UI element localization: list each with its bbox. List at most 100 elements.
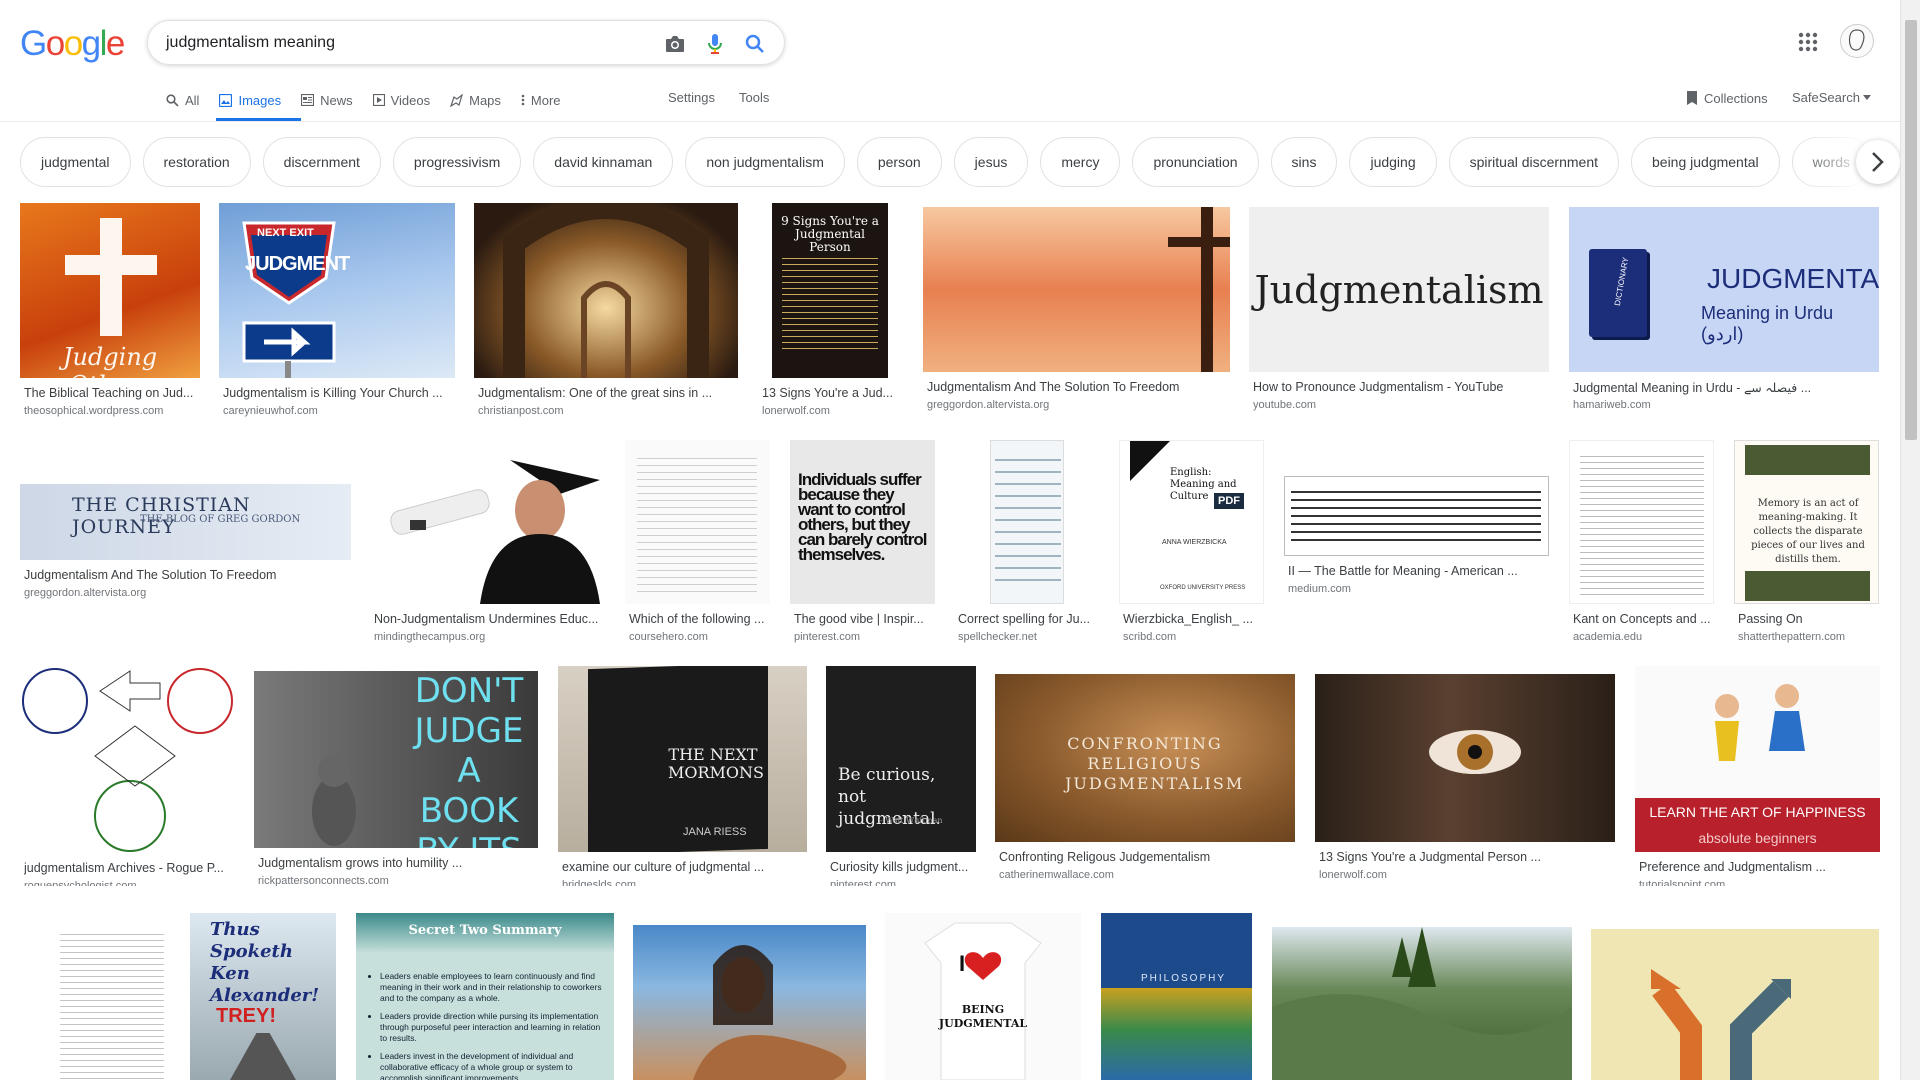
result-thumbnail[interactable] — [990, 440, 1064, 604]
result-title[interactable]: Judgmentalism is Killing Your Church ... — [223, 386, 453, 400]
result-title[interactable]: Wierzbicka_English_ ... — [1123, 612, 1262, 626]
account-avatar[interactable] — [1840, 24, 1874, 58]
result-thumbnail[interactable]: Judging Others — [20, 203, 200, 378]
safesearch-menu[interactable]: SafeSearch — [1792, 90, 1871, 105]
result-thumbnail[interactable] — [923, 207, 1230, 372]
result-title[interactable]: 13 Signs You're a Judgmental Person ... — [1319, 850, 1613, 864]
result-title[interactable]: judgmentalism Archives - Rogue P... — [24, 861, 233, 875]
scrollbar[interactable] — [1900, 0, 1920, 1080]
image-result[interactable]: Judgmentalism: One of the great sins in … — [474, 203, 738, 423]
related-chip[interactable]: spiritual discernment — [1448, 137, 1619, 187]
result-title[interactable]: Which of the following ... — [629, 612, 768, 626]
image-result[interactable]: DICTIONARY JUDGMENTAL Meaning in Urdu (ارد… — [1569, 203, 1879, 423]
related-chip[interactable]: sins — [1270, 137, 1338, 187]
result-thumbnail[interactable]: 9 Signs You're a Judgmental Person — [772, 203, 888, 378]
related-chip[interactable]: progressivism — [392, 137, 522, 187]
result-thumbnail[interactable] — [20, 666, 235, 853]
result-thumbnail[interactable]: THE NEXT MORMONS JANA RIESS — [558, 666, 807, 852]
chips-next-button[interactable] — [1856, 140, 1900, 184]
related-chip[interactable]: judging — [1349, 137, 1437, 187]
image-result[interactable]: Judgmentalism And The Solution To Freedo… — [923, 203, 1235, 423]
search-box[interactable]: judgmentalism meaning — [147, 20, 785, 65]
image-result[interactable]: Memory is an act of meaning-making. It c… — [1734, 440, 1879, 660]
result-thumbnail[interactable] — [474, 203, 738, 378]
image-result[interactable]: Non-Judgmentalism Undermines Educ... mind… — [370, 440, 606, 660]
image-result[interactable]: II — The Battle for Meaning - American .… — [1284, 440, 1555, 660]
related-chip[interactable]: jesus — [953, 137, 1029, 187]
result-thumbnail[interactable]: Individuals suffer because they want to … — [790, 440, 935, 604]
result-thumbnail[interactable]: DICTIONARY JUDGMENTAL Meaning in Urdu (ارد… — [1569, 207, 1879, 372]
image-result[interactable] — [1272, 913, 1572, 1080]
result-title[interactable]: Curiosity kills judgment... — [830, 860, 974, 874]
result-title[interactable]: Preference and Judgmentalism ... — [1639, 860, 1878, 874]
result-title[interactable]: How to Pronounce Judgmentalism - YouTube — [1253, 380, 1547, 394]
related-chip[interactable]: restoration — [142, 137, 251, 187]
result-thumbnail[interactable]: LEARN THE ART OF HAPPINESS absolute begin… — [1635, 666, 1880, 852]
result-thumbnail[interactable]: CONFRONTING RELIGIOUS JUDGMENTALISM — [995, 674, 1295, 842]
tab-all[interactable]: All — [166, 90, 199, 110]
image-result[interactable]: CONFRONTING RELIGIOUS JUDGMENTALISM Confr… — [995, 666, 1295, 886]
result-thumbnail[interactable]: Memory is an act of meaning-making. It c… — [1734, 440, 1879, 604]
related-chip[interactable]: being judgmental — [1631, 137, 1780, 187]
image-result[interactable]: PHILOSOPHY — [1101, 913, 1252, 1080]
collections-link[interactable]: Collections — [1686, 90, 1768, 106]
result-title[interactable]: Judgmental Meaning in Urdu - فیصلہ سے ..… — [1573, 380, 1877, 395]
result-thumbnail[interactable] — [625, 440, 770, 604]
result-thumbnail[interactable]: NEXT EXIT JUDGMENT — [219, 203, 455, 378]
result-title[interactable]: Judgmentalism: One of the great sins in … — [478, 386, 736, 400]
image-result[interactable]: Individuals suffer because they want to … — [790, 440, 935, 660]
related-chip[interactable]: judgmental — [20, 137, 131, 187]
result-title[interactable]: II — The Battle for Meaning - American .… — [1288, 564, 1553, 578]
tab-images[interactable]: Images — [219, 90, 281, 110]
result-thumbnail[interactable]: Be curious, not judgmental. - Walt Whitma… — [826, 666, 976, 852]
related-chip[interactable]: pronunciation — [1132, 137, 1259, 187]
result-thumbnail[interactable]: English: Meaning and Culture PDF ANNA WIER… — [1119, 440, 1264, 604]
result-title[interactable]: Judgmentalism And The Solution To Freedo… — [927, 380, 1233, 394]
microphone-icon[interactable] — [702, 31, 728, 57]
image-result[interactable]: Correct spelling for Ju... spellchecker.n… — [954, 440, 1099, 660]
image-result[interactable]: THE CHRISTIAN JOURNEY THE BLOG OF GREG GO… — [20, 440, 351, 660]
image-result[interactable]: Judgmentalism How to Pronounce Judgmental… — [1249, 203, 1549, 423]
tab-more[interactable]: More — [521, 90, 561, 110]
result-thumbnail[interactable]: THE CHRISTIAN JOURNEY THE BLOG OF GREG GO… — [20, 484, 351, 560]
camera-icon[interactable] — [662, 31, 688, 57]
result-thumbnail[interactable]: Judgmentalism — [1249, 207, 1549, 372]
result-thumbnail[interactable] — [54, 913, 170, 1080]
result-thumbnail[interactable]: Secret Two Summary Leaders enable employe… — [356, 913, 614, 1080]
image-result[interactable]: Judging Others The Biblical Teaching on J… — [20, 203, 200, 423]
image-result[interactable]: 13 Signs You're a Judgmental Person ... l… — [1315, 666, 1615, 886]
result-title[interactable]: Correct spelling for Ju... — [958, 612, 1097, 626]
result-title[interactable]: Passing On — [1738, 612, 1877, 626]
result-title[interactable]: Judgmentalism And The Solution To Freedo… — [24, 568, 349, 582]
result-thumbnail[interactable] — [370, 440, 606, 604]
image-result[interactable]: DON'T JUDGE A BOOK BY ITS COVER Judgmenta… — [254, 666, 538, 886]
image-result[interactable]: Be curious, not judgmental. - Walt Whitma… — [826, 666, 976, 886]
image-result[interactable] — [1591, 913, 1879, 1080]
image-result[interactable]: I BEING JUDGMENTAL — [885, 913, 1081, 1080]
image-result[interactable] — [633, 913, 866, 1080]
image-result[interactable]: Which of the following ... coursehero.com — [625, 440, 770, 660]
tools-link[interactable]: Tools — [739, 90, 769, 105]
image-result[interactable]: judgmentalism Archives - Rogue P... rogue… — [20, 666, 235, 886]
result-title[interactable]: Kant on Concepts and ... — [1573, 612, 1712, 626]
result-thumbnail[interactable] — [1284, 476, 1549, 556]
google-logo[interactable]: Google — [20, 24, 125, 64]
result-thumbnail[interactable]: Thus Spoketh Ken Alexander! TREY! — [190, 913, 336, 1080]
result-thumbnail[interactable]: PHILOSOPHY — [1101, 913, 1252, 1080]
result-thumbnail[interactable] — [1315, 674, 1615, 842]
related-chip[interactable]: david kinnaman — [533, 137, 674, 187]
settings-link[interactable]: Settings — [668, 90, 715, 105]
result-title[interactable]: Confronting Religous Judgementalism — [999, 850, 1293, 864]
result-thumbnail[interactable] — [1272, 927, 1572, 1080]
result-title[interactable]: 13 Signs You're a Jud... — [762, 386, 901, 400]
image-result[interactable]: 9 Signs You're a Judgmental Person 13 Sig… — [758, 203, 903, 423]
result-title[interactable]: examine our culture of judgmental ... — [562, 860, 805, 874]
related-chip[interactable]: mercy — [1040, 137, 1121, 187]
image-result[interactable]: NEXT EXIT JUDGMENT Judgmentalism is Killin… — [219, 203, 455, 423]
image-result[interactable]: English: Meaning and Culture PDF ANNA WIER… — [1119, 440, 1264, 660]
result-title[interactable]: The good vibe | Inspir... — [794, 612, 933, 626]
scrollbar-thumb[interactable] — [1905, 20, 1917, 440]
image-result[interactable] — [54, 913, 170, 1080]
result-title[interactable]: The Biblical Teaching on Jud... — [24, 386, 198, 400]
image-result[interactable]: Kant on Concepts and ... academia.edu — [1569, 440, 1714, 660]
